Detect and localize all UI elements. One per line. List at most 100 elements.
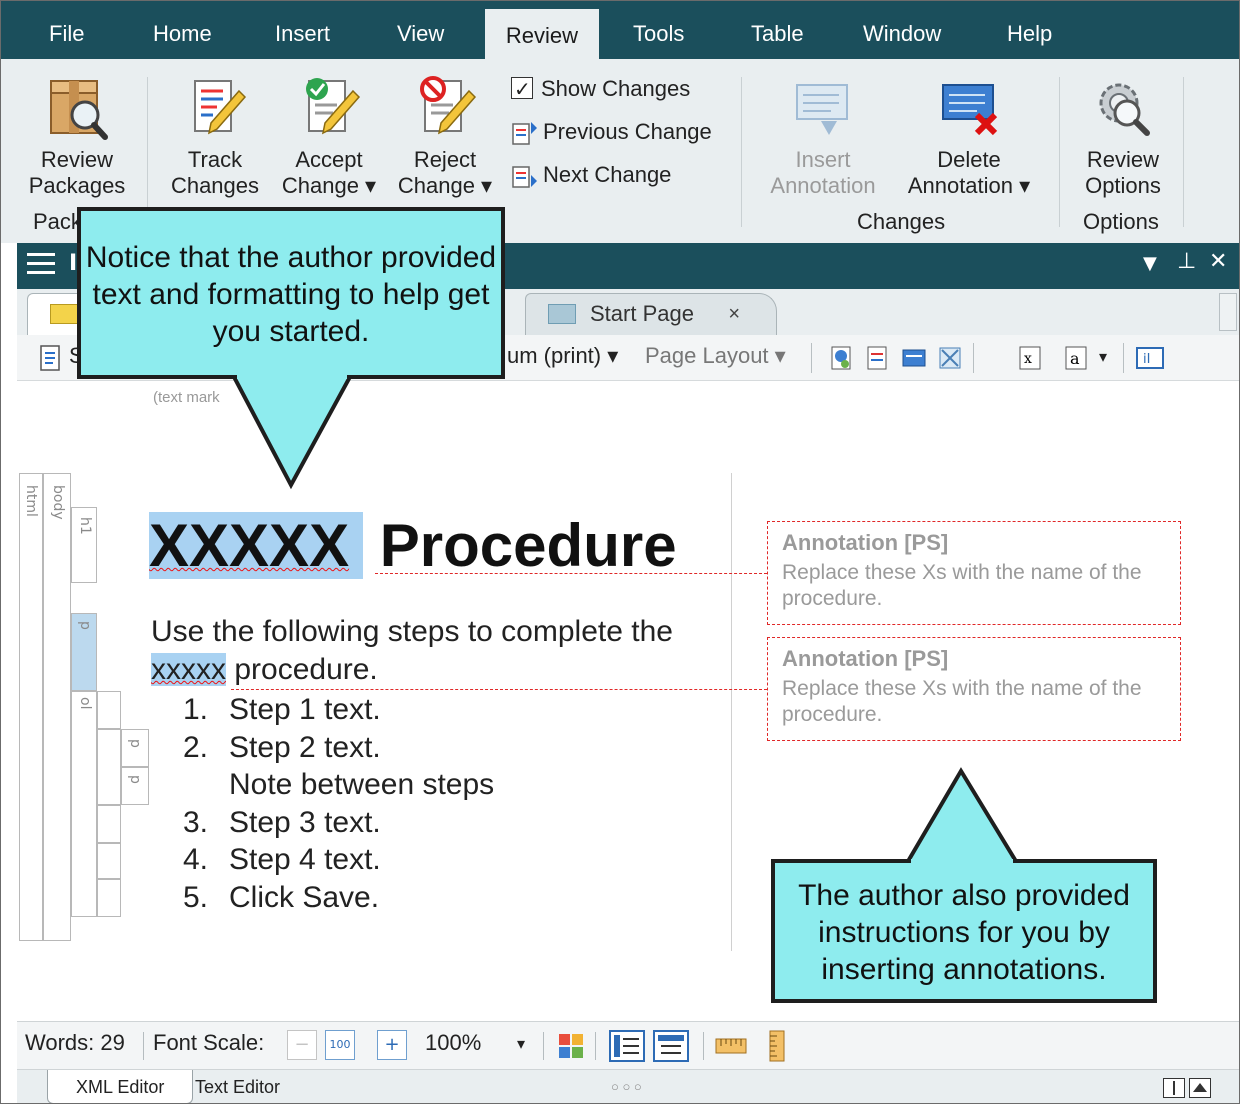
insert-annotation-icon (796, 84, 848, 135)
review-options-label-2: Options (1085, 173, 1161, 198)
group-label-changes: Changes (857, 209, 946, 234)
tag-column-li[interactable] (97, 729, 121, 805)
link-icon[interactable] (829, 344, 855, 372)
track-changes-label-1: Track (187, 147, 243, 172)
step-number: 3. (183, 805, 209, 839)
zoom-in-button[interactable]: + (377, 1030, 407, 1060)
expand-panel-icon[interactable] (1189, 1078, 1211, 1098)
tab-scroll-icon[interactable] (1219, 293, 1237, 331)
intro-line-2: procedure. (226, 653, 378, 686)
annotation-body: Replace these Xs with the name of the pr… (782, 677, 1142, 726)
zoom-reset-button[interactable]: 100 (325, 1030, 355, 1060)
color-grid-icon[interactable] (557, 1032, 585, 1060)
horizontal-ruler-icon[interactable] (715, 1036, 747, 1056)
broken-image-icon[interactable] (937, 344, 963, 372)
track-changes-button[interactable]: Track Changes (165, 75, 265, 199)
show-changes-label: Show Changes (541, 76, 691, 101)
tab-text-editor[interactable]: Text Editor (167, 1070, 308, 1103)
tag-column-li[interactable] (97, 805, 121, 843)
track-changes-icon (194, 80, 247, 135)
variable-icon[interactable]: a (1063, 344, 1089, 372)
review-options-button[interactable]: Review Options (1071, 75, 1175, 199)
insert-annotation-button[interactable]: Insert Annotation (761, 75, 885, 199)
menu-file[interactable]: File (31, 1, 102, 59)
ribbon-separator (1059, 77, 1060, 227)
application-window: File Home Insert View Review Tools Table… (0, 0, 1240, 1104)
heading-text: Procedure (363, 512, 677, 579)
reject-change-label-2: Change ▾ (397, 173, 493, 198)
gear-magnifier-icon (1099, 83, 1150, 136)
accept-change-label-2: Change ▾ (281, 173, 377, 198)
pin-icon[interactable]: ⊥ (1177, 249, 1196, 274)
insert-element-icon[interactable] (37, 344, 63, 372)
tag-view-icon[interactable] (609, 1030, 645, 1062)
list-item[interactable]: 4. Step 4 text. (183, 841, 494, 879)
cross-reference-icon[interactable] (865, 344, 891, 372)
paragraph-placeholder[interactable]: xxxxx (151, 653, 226, 686)
zoom-level[interactable]: 100% (425, 1030, 481, 1056)
steps-list: 1. Step 1 text. 2. Step 2 text. Note betwe… (183, 691, 494, 917)
layout-select[interactable]: Page Layout ▾ (645, 343, 786, 369)
show-changes-checkbox[interactable]: Show Changes (511, 74, 691, 105)
tag-column-p[interactable] (121, 729, 149, 767)
structure-view-icon[interactable] (653, 1030, 689, 1062)
intro-line-1: Use the following steps to complete the (151, 615, 673, 648)
delete-annotation-icon (942, 84, 998, 136)
image-icon[interactable] (901, 344, 927, 372)
list-item[interactable]: 1. Step 1 text. (183, 691, 494, 729)
menu-help[interactable]: Help (989, 1, 1070, 59)
toolbar-separator (1123, 343, 1124, 373)
menu-home[interactable]: Home (135, 1, 230, 59)
status-bar: Words: 29 Font Scale: − 100 + 100% ▾ (17, 1021, 1239, 1069)
chevron-down-icon[interactable]: ▾ (517, 1034, 525, 1054)
list-item[interactable]: 5. Click Save. (183, 879, 494, 917)
menu-table[interactable]: Table (733, 1, 822, 59)
zoom-out-button[interactable]: − (287, 1030, 317, 1060)
review-packages-button[interactable]: Review Packages (27, 75, 127, 199)
intro-paragraph[interactable]: Use the following steps to complete the … (151, 613, 673, 689)
chevron-down-icon[interactable]: ▾ (1099, 347, 1107, 367)
panel-dropdown-icon[interactable]: ▼ (1143, 253, 1157, 274)
checkbox-checked-icon[interactable] (511, 75, 533, 105)
next-change-button[interactable]: Next Change (511, 160, 671, 190)
annotation-body: Replace these Xs with the name of the pr… (782, 561, 1142, 610)
list-item[interactable]: 2. Step 2 text. (183, 729, 494, 767)
menu-insert[interactable]: Insert (257, 1, 348, 59)
annotation-box[interactable]: Annotation [PS] Replace these Xs with th… (767, 521, 1181, 625)
medium-select[interactable]: um (print) ▾ (507, 343, 618, 369)
page-heading[interactable]: XXXXX Procedure (149, 509, 677, 583)
accept-change-button[interactable]: Accept Change ▾ (277, 75, 381, 199)
menu-window[interactable]: Window (845, 1, 959, 59)
tag-column-ol[interactable] (71, 691, 97, 917)
list-item[interactable]: Note between steps (183, 766, 494, 804)
menu-tools[interactable]: Tools (615, 1, 702, 59)
previous-change-icon (512, 122, 537, 145)
subscript-icon[interactable]: x (1017, 344, 1043, 372)
resize-handle-dots[interactable]: ○ ○ ○ (583, 1070, 670, 1103)
tab-start-page[interactable]: Start Page × (525, 293, 777, 335)
step-number: 4. (183, 843, 209, 877)
heading-placeholder[interactable]: XXXXX (149, 512, 364, 579)
group-label-options: Options (1083, 209, 1159, 234)
vertical-ruler-icon[interactable] (767, 1030, 787, 1062)
tag-column-li[interactable] (97, 843, 121, 879)
hamburger-menu-icon[interactable] (27, 253, 55, 279)
tag-column-li[interactable] (97, 879, 121, 917)
list-item[interactable]: 3. Step 3 text. (183, 804, 494, 842)
layout-select-value: Page Layout (645, 343, 769, 368)
menu-view[interactable]: View (379, 1, 462, 59)
tag-column-body[interactable] (43, 473, 71, 941)
step-text: Step 2 text. (229, 730, 381, 764)
split-view-icon[interactable] (1163, 1078, 1185, 1098)
info-icon[interactable]: iI (1135, 344, 1165, 372)
delete-annotation-button[interactable]: Delete Annotation ▾ (899, 75, 1039, 199)
annotation-box[interactable]: Annotation [PS] Replace these Xs with th… (767, 637, 1181, 741)
svg-text:a: a (1070, 349, 1080, 368)
reject-change-button[interactable]: Reject Change ▾ (393, 75, 497, 199)
previous-change-button[interactable]: Previous Change (511, 117, 712, 147)
panel-close-icon[interactable]: ✕ (1209, 249, 1227, 274)
tag-column-html[interactable] (19, 473, 43, 941)
tag-column-li[interactable] (97, 691, 121, 729)
tag-column-p[interactable] (121, 767, 149, 805)
close-tab-icon[interactable]: × (728, 294, 740, 334)
